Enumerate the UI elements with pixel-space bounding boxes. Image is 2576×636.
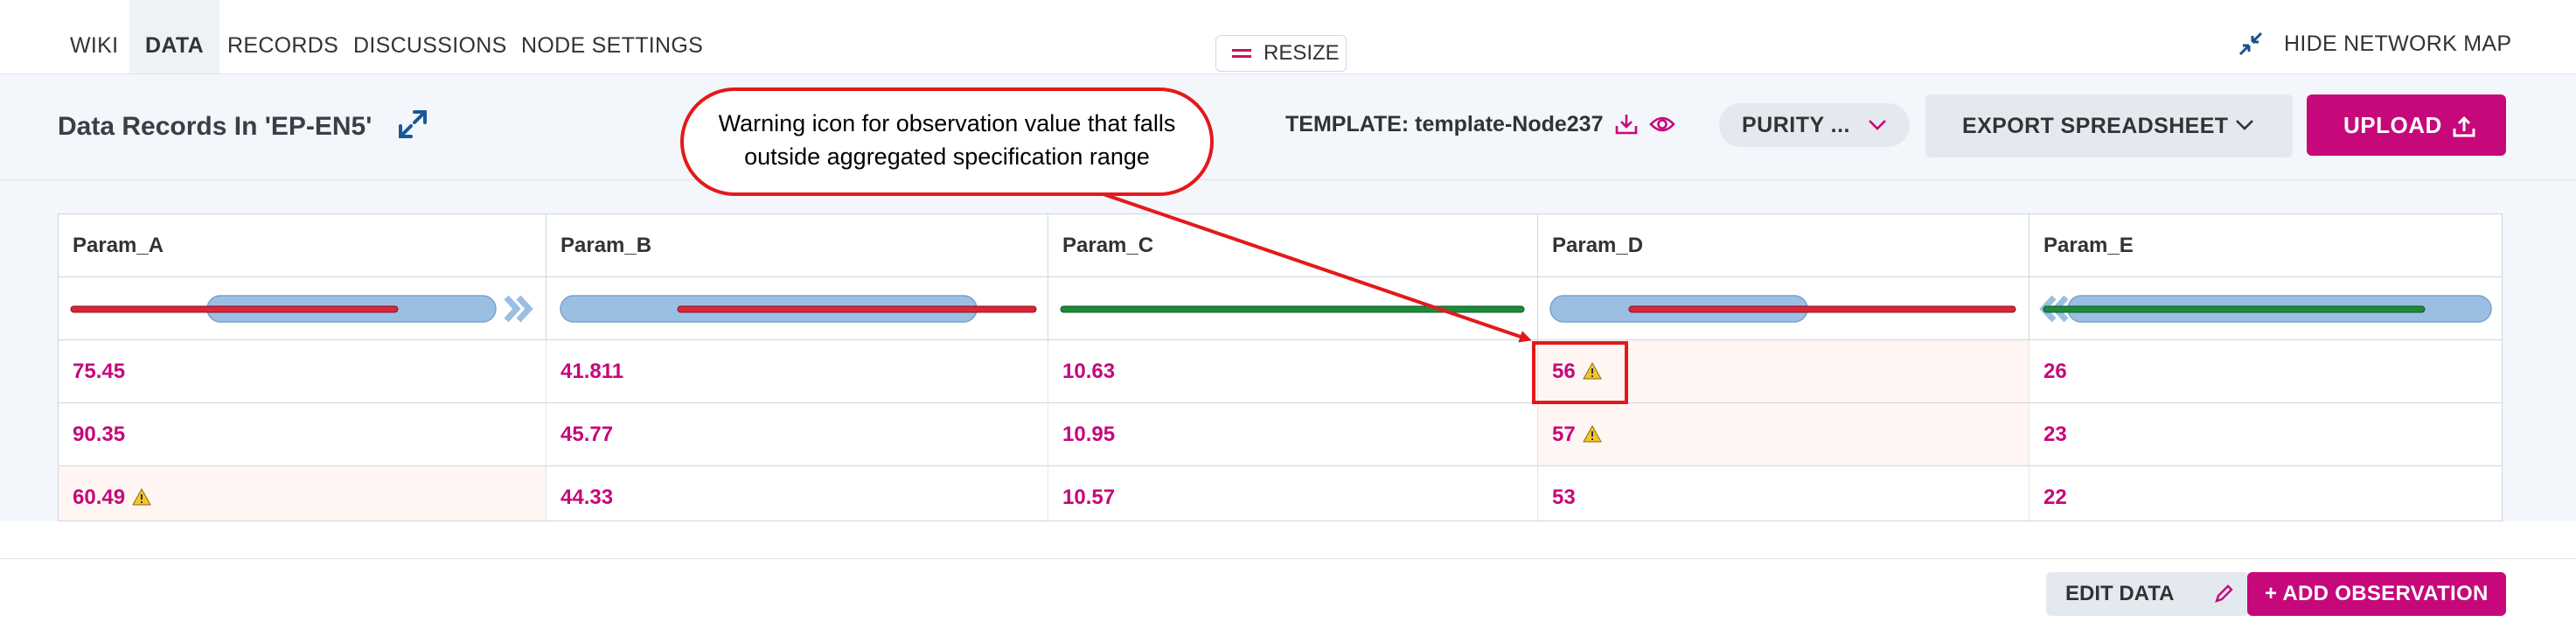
annotation-arrow: [1103, 192, 1532, 343]
annotation-highlight-box: [1532, 341, 1628, 404]
